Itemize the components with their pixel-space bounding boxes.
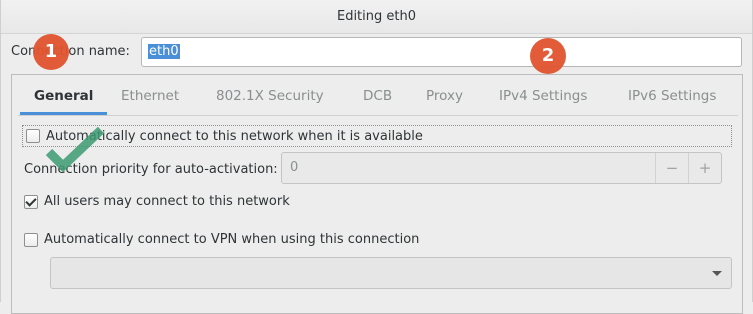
vpn-select-dropdown[interactable]	[50, 257, 732, 289]
priority-spinbutton[interactable]: 0 − +	[281, 152, 722, 184]
settings-notebook: General Ethernet 802.1X Security DCB Pro…	[11, 74, 743, 314]
tab-ipv6-settings-label: IPv6 Settings	[628, 88, 717, 104]
tab-dcb[interactable]: DCB	[363, 77, 392, 114]
tab-ethernet[interactable]: Ethernet	[121, 77, 179, 114]
auto-connect-checkbox-row[interactable]: Automatically connect to this network wh…	[22, 125, 732, 147]
connection-name-value: eth0	[148, 44, 180, 59]
tab-dcb-label: DCB	[363, 88, 393, 104]
window-title: Editing eth0	[336, 9, 416, 24]
tab-general[interactable]: General	[19, 77, 108, 115]
tab-bar: General Ethernet 802.1X Security DCB Pro…	[18, 77, 738, 116]
auto-connect-checkbox[interactable]	[26, 129, 40, 143]
priority-value[interactable]: 0	[282, 153, 655, 183]
all-users-label: All users may connect to this network	[44, 194, 290, 209]
tab-8021x-security-label: 802.1X Security	[216, 88, 324, 104]
general-panel: Automatically connect to this network wh…	[12, 116, 742, 314]
connection-name-input[interactable]: eth0	[141, 37, 742, 67]
connection-name-label: Connection name:	[11, 44, 130, 59]
all-users-checkbox[interactable]	[24, 194, 38, 209]
tab-ipv4-settings-label: IPv4 Settings	[499, 88, 588, 104]
tab-ipv6-settings[interactable]: IPv6 Settings	[628, 77, 716, 114]
auto-vpn-checkbox-row[interactable]: Automatically connect to VPN when using …	[24, 232, 419, 247]
green-check-icon	[45, 126, 105, 173]
auto-vpn-label: Automatically connect to VPN when using …	[44, 232, 420, 247]
tab-8021x-security[interactable]: 802.1X Security	[216, 77, 324, 114]
priority-increment-button[interactable]: +	[688, 153, 721, 183]
tab-general-label: General	[34, 88, 94, 104]
dialog-window: Editing eth0 Connection name: eth0 Gener…	[0, 0, 753, 314]
annotation-badge-2: 2	[530, 38, 566, 74]
annotation-badge-1: 1	[33, 34, 69, 70]
tab-ethernet-label: Ethernet	[121, 88, 180, 104]
tab-proxy[interactable]: Proxy	[426, 77, 463, 114]
window-titlebar[interactable]: Editing eth0	[1, 0, 752, 34]
tab-proxy-label: Proxy	[426, 88, 463, 104]
tab-ipv4-settings[interactable]: IPv4 Settings	[499, 77, 587, 114]
auto-vpn-checkbox[interactable]	[24, 232, 38, 247]
priority-decrement-button[interactable]: −	[655, 153, 688, 183]
chevron-down-icon	[712, 271, 722, 276]
all-users-checkbox-row[interactable]: All users may connect to this network	[24, 194, 290, 209]
